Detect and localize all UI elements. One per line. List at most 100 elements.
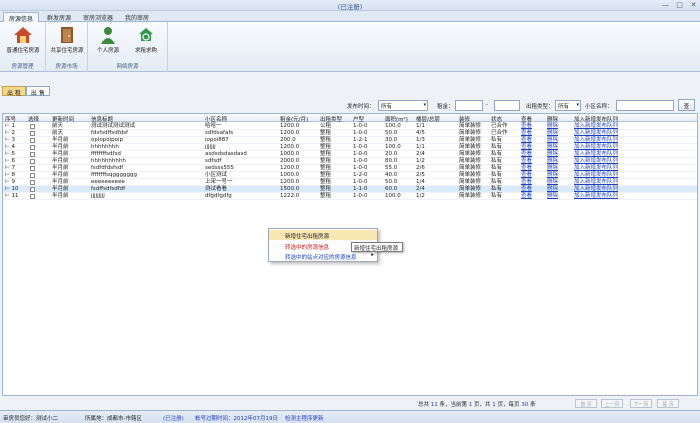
col-header[interactable]: 加入新增发布队列 [574, 115, 618, 123]
delete-link[interactable]: 删除 [547, 123, 558, 130]
col-header[interactable]: 更新时间 [52, 115, 74, 123]
row-checkbox[interactable] [30, 138, 35, 143]
tab-sale[interactable]: 出 售 [25, 86, 50, 97]
search-button[interactable]: 查 [678, 99, 695, 111]
tab-browser[interactable]: 审房浏览器 [78, 12, 118, 22]
tab-mass-publish[interactable]: 群发房源 [42, 12, 76, 22]
rent-max-input[interactable] [494, 100, 520, 111]
view-link[interactable]: 查看 [521, 144, 532, 151]
col-header[interactable]: 序号 [5, 115, 16, 123]
rent-type-select[interactable]: 所有 [555, 100, 581, 111]
check-update-link[interactable]: 检测主程序更新 [285, 414, 324, 422]
delete-link[interactable]: 删除 [547, 179, 558, 186]
col-header[interactable]: 出租类型 [320, 115, 342, 123]
delete-link[interactable]: 删除 [547, 137, 558, 144]
col-header[interactable]: 信息标题 [91, 115, 113, 123]
row-checkbox[interactable] [30, 152, 35, 157]
table-row[interactable]: ⊢ 7 半月前 fsdfdfdsfsdf sedsss555 1200.0 整租… [3, 165, 697, 172]
row-checkbox[interactable] [30, 124, 35, 129]
delete-link[interactable]: 删除 [547, 158, 558, 165]
residential-listings-button[interactable]: 普通住宅房源 [3, 24, 43, 54]
table-row[interactable]: ⊢ 10 半月前 fsdffsdfsdfdf 测试看看 1500.0 整租 1-… [3, 186, 697, 193]
table-row[interactable]: ⊢ 2 前天 fdsfsdffsdfdsf sdfdsafafs 1200.0 … [3, 130, 697, 137]
enqueue-link[interactable]: 加入新增发布队列 [574, 144, 618, 151]
community-input[interactable] [616, 100, 674, 111]
row-checkbox[interactable] [30, 145, 35, 150]
enqueue-link[interactable]: 加入新增发布队列 [574, 137, 618, 144]
col-header[interactable]: 状态 [491, 115, 502, 123]
close-button[interactable]: ✕ [689, 1, 698, 9]
view-link[interactable]: 查看 [521, 158, 532, 165]
publish-time-select[interactable]: 所有 [378, 100, 428, 111]
row-checkbox[interactable] [30, 180, 35, 185]
enqueue-link[interactable]: 加入新增发布队列 [574, 158, 618, 165]
col-header[interactable]: 小区名称 [205, 115, 227, 123]
table-row[interactable]: ⊢ 8 半月前 ffffffffsqggggggg 小区测试 1000.0 整租… [3, 172, 697, 179]
col-header[interactable]: 面积(m²) [385, 115, 408, 123]
rent-min-input[interactable] [455, 100, 483, 111]
col-header[interactable]: 租金(元/月) [280, 115, 308, 123]
enqueue-link[interactable]: 加入新增发布队列 [574, 151, 618, 158]
enqueue-link[interactable]: 加入新增发布队列 [574, 179, 618, 186]
col-header[interactable]: 查看 [521, 115, 532, 123]
floor: 1/4 [416, 179, 425, 185]
menu-item-transfer-by-site[interactable]: 转选中的站点对应的房源信息 ▸ [269, 251, 377, 261]
delete-link[interactable]: 删除 [547, 172, 558, 179]
prev-page-button[interactable]: 上一页 [601, 399, 623, 408]
maximize-button[interactable]: □ [675, 1, 684, 9]
delete-link[interactable]: 删除 [547, 165, 558, 172]
table-row[interactable]: ⊢ 4 半月前 hhhhhhhh jjjjjjj 1200.0 整租 1-0-0… [3, 144, 697, 151]
table-row[interactable]: ⊢ 6 半月前 hhhhhhhhhh sdfsdf 2000.0 整租 1-0-… [3, 158, 697, 165]
last-page-button[interactable]: 尾 页 [657, 399, 679, 408]
view-link[interactable]: 查看 [521, 130, 532, 137]
view-link[interactable]: 查看 [521, 123, 532, 130]
view-link[interactable]: 查看 [521, 137, 532, 144]
view-link[interactable]: 查看 [521, 193, 532, 200]
table-row[interactable]: ⊢ 5 半月前 ffffffffsdfsd asdsdsdasdasd 1000… [3, 151, 697, 158]
row-checkbox[interactable] [30, 187, 35, 192]
delete-link[interactable]: 删除 [547, 130, 558, 137]
enqueue-link[interactable]: 加入新增发布队列 [574, 123, 618, 130]
row-checkbox[interactable] [30, 166, 35, 171]
enqueue-link[interactable]: 加入新增发布队列 [574, 193, 618, 200]
minimize-button[interactable]: — [661, 1, 670, 9]
col-header[interactable]: 删除 [547, 115, 558, 123]
view-link[interactable]: 查看 [521, 179, 532, 186]
view-link[interactable]: 查看 [521, 151, 532, 158]
col-header[interactable]: 楼层/总层 [416, 115, 440, 123]
col-header[interactable]: 选择 [28, 115, 39, 123]
tab-my-reviews[interactable]: 我的审房 [120, 12, 154, 22]
delete-link[interactable]: 删除 [547, 151, 558, 158]
next-page-button[interactable]: 下一页 [630, 399, 652, 408]
enqueue-link[interactable]: 加入新增发布队列 [574, 172, 618, 179]
row-checkbox[interactable] [30, 194, 35, 199]
menu-item-new-listing[interactable]: 新增住宅出租房源 [269, 230, 377, 240]
col-header[interactable]: 户型 [353, 115, 364, 123]
row-checkbox[interactable] [30, 131, 35, 136]
table-row[interactable]: ⊢ 9 半月前 eeeeeeeeee 上宋一号一 1200.0 整租 1-0-0… [3, 179, 697, 186]
delete-link[interactable]: 删除 [547, 193, 558, 200]
rent-buy-requests-button[interactable]: 求租求购 [126, 24, 166, 54]
delete-link[interactable]: 删除 [547, 186, 558, 193]
shared-listings-button[interactable]: 共享住宅房源 [47, 24, 87, 54]
table-row[interactable]: ⊢ 3 半月前 opiopoipoip iopoi887 200.0 整租 1-… [3, 137, 697, 144]
view-link[interactable]: 查看 [521, 186, 532, 193]
first-page-button[interactable]: 首 页 [575, 399, 597, 408]
enqueue-link[interactable]: 加入新增发布队列 [574, 165, 618, 172]
col-header[interactable]: 装修 [459, 115, 470, 123]
personal-listings-button[interactable]: 个人房源 [88, 24, 128, 54]
tab-rent[interactable]: 出 租 [2, 86, 26, 97]
update-time: 半月前 [52, 165, 69, 171]
row-index: ⊢ 2 [5, 130, 16, 136]
table-row[interactable]: ⊢ 11 半月前 jjjjjjjjj dfgdfgdfg 1222.0 整租 1… [3, 193, 697, 200]
enqueue-link[interactable]: 加入新增发布队列 [574, 186, 618, 193]
row-checkbox[interactable] [30, 173, 35, 178]
enqueue-link[interactable]: 加入新增发布队列 [574, 130, 618, 137]
row-checkbox[interactable] [30, 159, 35, 164]
tab-listings[interactable]: 房源信息 [3, 12, 40, 23]
view-link[interactable]: 查看 [521, 172, 532, 179]
update-time: 半月前 [52, 179, 69, 185]
view-link[interactable]: 查看 [521, 165, 532, 172]
delete-link[interactable]: 删除 [547, 144, 558, 151]
table-row[interactable]: ⊢ 1 前天 测试测试测试测试 哈哈一 1200.0 公租 1-0-0 100.… [3, 123, 697, 130]
